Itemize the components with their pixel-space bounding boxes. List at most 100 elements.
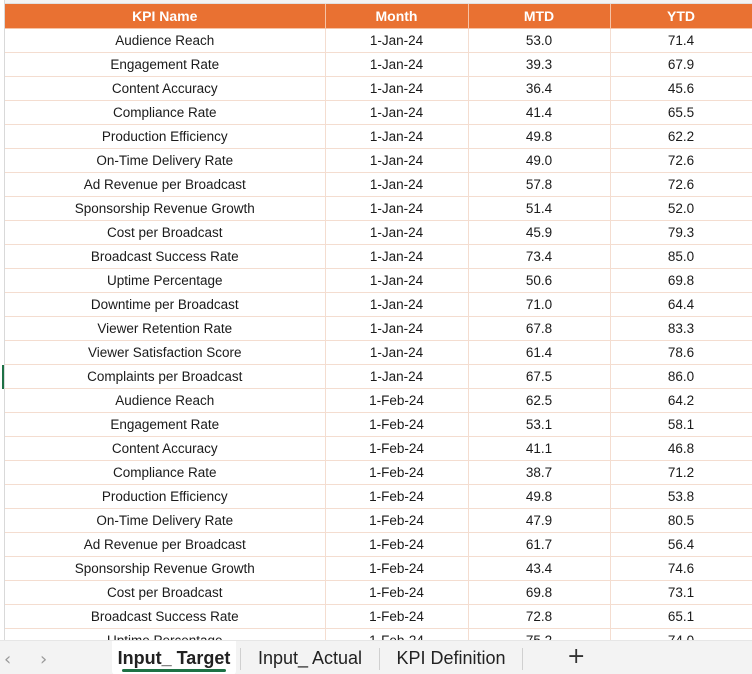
cell-ytd[interactable]: 64.2: [610, 388, 752, 413]
cell-ytd[interactable]: 67.9: [610, 52, 752, 77]
cell-ytd[interactable]: 79.3: [610, 220, 752, 245]
header-ytd[interactable]: YTD: [610, 4, 752, 29]
cell-kpi-name[interactable]: Broadcast Success Rate: [5, 604, 326, 629]
cell-month[interactable]: 1-Feb-24: [325, 628, 469, 640]
cell-month[interactable]: 1-Jan-24: [325, 196, 469, 221]
cell-month[interactable]: 1-Jan-24: [325, 220, 469, 245]
cell-ytd[interactable]: 45.6: [610, 76, 752, 101]
cell-kpi-name[interactable]: Production Efficiency: [5, 124, 326, 149]
cell-kpi-name[interactable]: Compliance Rate: [5, 100, 326, 125]
cell-kpi-name[interactable]: Ad Revenue per Broadcast: [5, 172, 326, 197]
cell-mtd[interactable]: 72.8: [468, 604, 611, 629]
cell-month[interactable]: 1-Feb-24: [325, 556, 469, 581]
cell-ytd[interactable]: 85.0: [610, 244, 752, 269]
cell-mtd[interactable]: 49.8: [468, 124, 611, 149]
cell-kpi-name[interactable]: Cost per Broadcast: [5, 220, 326, 245]
cell-kpi-name[interactable]: Ad Revenue per Broadcast: [5, 532, 326, 557]
cell-month[interactable]: 1-Jan-24: [325, 364, 469, 389]
header-month[interactable]: Month: [325, 4, 469, 29]
cell-kpi-name[interactable]: Sponsorship Revenue Growth: [5, 556, 326, 581]
cell-kpi-name[interactable]: Compliance Rate: [5, 460, 326, 485]
cell-month[interactable]: 1-Jan-24: [325, 76, 469, 101]
scroll-tabs-right-icon[interactable]: ›: [40, 649, 47, 670]
cell-mtd[interactable]: 50.6: [468, 268, 611, 293]
cell-kpi-name[interactable]: Cost per Broadcast: [5, 580, 326, 605]
cell-mtd[interactable]: 47.9: [468, 508, 611, 533]
cell-mtd[interactable]: 71.0: [468, 292, 611, 317]
cell-month[interactable]: 1-Jan-24: [325, 100, 469, 125]
cell-mtd[interactable]: 61.4: [468, 340, 611, 365]
cell-month[interactable]: 1-Feb-24: [325, 508, 469, 533]
cell-ytd[interactable]: 64.4: [610, 292, 752, 317]
cell-month[interactable]: 1-Feb-24: [325, 604, 469, 629]
cell-ytd[interactable]: 72.6: [610, 172, 752, 197]
cell-month[interactable]: 1-Feb-24: [325, 484, 469, 509]
cell-ytd[interactable]: 86.0: [610, 364, 752, 389]
cell-mtd[interactable]: 38.7: [468, 460, 611, 485]
cell-month[interactable]: 1-Feb-24: [325, 532, 469, 557]
cell-ytd[interactable]: 52.0: [610, 196, 752, 221]
cell-month[interactable]: 1-Feb-24: [325, 412, 469, 437]
cell-ytd[interactable]: 72.6: [610, 148, 752, 173]
cell-month[interactable]: 1-Feb-24: [325, 460, 469, 485]
tab-input-target[interactable]: Input_ Target: [112, 641, 236, 674]
cell-ytd[interactable]: 71.2: [610, 460, 752, 485]
cell-mtd[interactable]: 49.0: [468, 148, 611, 173]
tab-kpi-definition[interactable]: KPI Definition: [383, 641, 519, 674]
cell-mtd[interactable]: 67.5: [468, 364, 611, 389]
header-mtd[interactable]: MTD: [468, 4, 611, 29]
cell-month[interactable]: 1-Jan-24: [325, 172, 469, 197]
cell-month[interactable]: 1-Jan-24: [325, 292, 469, 317]
cell-mtd[interactable]: 45.9: [468, 220, 611, 245]
cell-mtd[interactable]: 53.0: [468, 28, 611, 53]
cell-mtd[interactable]: 43.4: [468, 556, 611, 581]
cell-month[interactable]: 1-Feb-24: [325, 436, 469, 461]
cell-ytd[interactable]: 73.1: [610, 580, 752, 605]
cell-kpi-name[interactable]: Audience Reach: [5, 28, 326, 53]
cell-ytd[interactable]: 53.8: [610, 484, 752, 509]
cell-kpi-name[interactable]: Complaints per Broadcast: [5, 364, 326, 389]
cell-month[interactable]: 1-Jan-24: [325, 148, 469, 173]
cell-mtd[interactable]: 53.1: [468, 412, 611, 437]
cell-kpi-name[interactable]: Viewer Retention Rate: [5, 316, 326, 341]
cell-kpi-name[interactable]: On-Time Delivery Rate: [5, 148, 326, 173]
cell-kpi-name[interactable]: Uptime Percentage: [5, 268, 326, 293]
cell-ytd[interactable]: 74.6: [610, 556, 752, 581]
cell-month[interactable]: 1-Jan-24: [325, 28, 469, 53]
tab-input-actual[interactable]: Input_ Actual: [244, 641, 376, 674]
cell-mtd[interactable]: 62.5: [468, 388, 611, 413]
spreadsheet-grid[interactable]: KPI Name Month MTD YTD Audience Reach 1-J…: [0, 0, 752, 640]
cell-ytd[interactable]: 56.4: [610, 532, 752, 557]
cell-ytd[interactable]: 65.1: [610, 604, 752, 629]
cell-kpi-name[interactable]: Production Efficiency: [5, 484, 326, 509]
cell-month[interactable]: 1-Jan-24: [325, 244, 469, 269]
cell-kpi-name[interactable]: Broadcast Success Rate: [5, 244, 326, 269]
cell-kpi-name[interactable]: Viewer Satisfaction Score: [5, 340, 326, 365]
cell-ytd[interactable]: 65.5: [610, 100, 752, 125]
cell-mtd[interactable]: 75.2: [468, 628, 611, 640]
cell-month[interactable]: 1-Jan-24: [325, 316, 469, 341]
cell-ytd[interactable]: 46.8: [610, 436, 752, 461]
cell-mtd[interactable]: 36.4: [468, 76, 611, 101]
cell-ytd[interactable]: 69.8: [610, 268, 752, 293]
cell-mtd[interactable]: 57.8: [468, 172, 611, 197]
cell-ytd[interactable]: 80.5: [610, 508, 752, 533]
cell-month[interactable]: 1-Jan-24: [325, 268, 469, 293]
cell-month[interactable]: 1-Jan-24: [325, 52, 469, 77]
cell-ytd[interactable]: 74.0: [610, 628, 752, 640]
cell-mtd[interactable]: 73.4: [468, 244, 611, 269]
cell-mtd[interactable]: 49.8: [468, 484, 611, 509]
cell-kpi-name[interactable]: Content Accuracy: [5, 76, 326, 101]
cell-mtd[interactable]: 39.3: [468, 52, 611, 77]
cell-mtd[interactable]: 61.7: [468, 532, 611, 557]
cell-kpi-name[interactable]: On-Time Delivery Rate: [5, 508, 326, 533]
cell-month[interactable]: 1-Feb-24: [325, 388, 469, 413]
cell-mtd[interactable]: 41.4: [468, 100, 611, 125]
cell-ytd[interactable]: 78.6: [610, 340, 752, 365]
cell-month[interactable]: 1-Jan-24: [325, 340, 469, 365]
cell-mtd[interactable]: 69.8: [468, 580, 611, 605]
cell-ytd[interactable]: 58.1: [610, 412, 752, 437]
cell-kpi-name[interactable]: Engagement Rate: [5, 412, 326, 437]
cell-ytd[interactable]: 62.2: [610, 124, 752, 149]
cell-kpi-name[interactable]: Engagement Rate: [5, 52, 326, 77]
